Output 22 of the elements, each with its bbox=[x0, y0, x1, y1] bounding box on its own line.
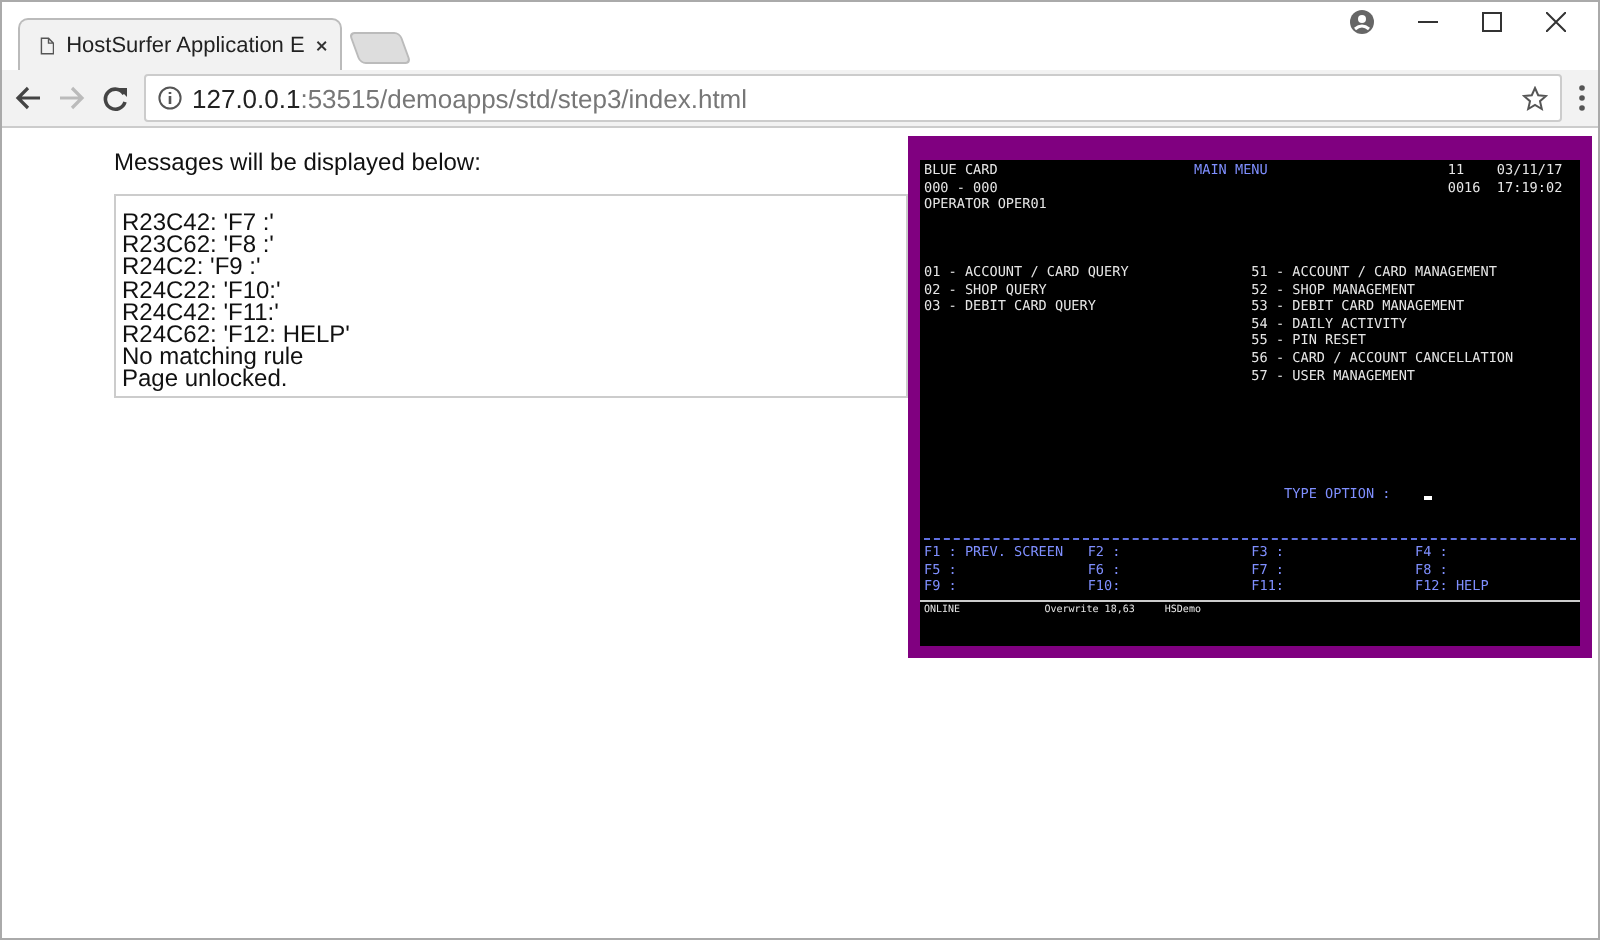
message-line: Page unlocked. bbox=[122, 368, 288, 392]
cursor-icon bbox=[1423, 496, 1432, 500]
close-icon[interactable] bbox=[316, 37, 328, 53]
maximize-icon[interactable] bbox=[1482, 12, 1502, 32]
address-field[interactable]: 127.0.0.1:53515/demoapps/std/step3/index.html bbox=[144, 74, 1562, 122]
star-icon[interactable] bbox=[1522, 85, 1548, 111]
message-line: R24C42: 'F11:' bbox=[122, 301, 279, 325]
reload-icon[interactable] bbox=[102, 85, 128, 111]
messages-label: Messages will be displayed below: bbox=[114, 148, 483, 176]
message-line: R23C62: 'F8 :' bbox=[122, 234, 276, 257]
message-line: R24C2: 'F9 :' bbox=[122, 256, 263, 280]
browser-tab[interactable]: HostSurfer Application E bbox=[18, 18, 342, 70]
close-icon[interactable] bbox=[1546, 12, 1566, 32]
page-icon bbox=[40, 33, 55, 57]
message-line: No matching rule bbox=[122, 346, 306, 369]
info-icon bbox=[158, 86, 182, 110]
message-line: R24C62: 'F12: HELP' bbox=[122, 324, 352, 347]
message-line: R23C42: 'F7 :' bbox=[122, 212, 276, 235]
account-icon[interactable] bbox=[1350, 10, 1374, 34]
menu-icon[interactable] bbox=[1578, 84, 1586, 112]
message-line: R24C22: 'F10:' bbox=[122, 279, 283, 302]
back-icon[interactable] bbox=[14, 86, 42, 110]
